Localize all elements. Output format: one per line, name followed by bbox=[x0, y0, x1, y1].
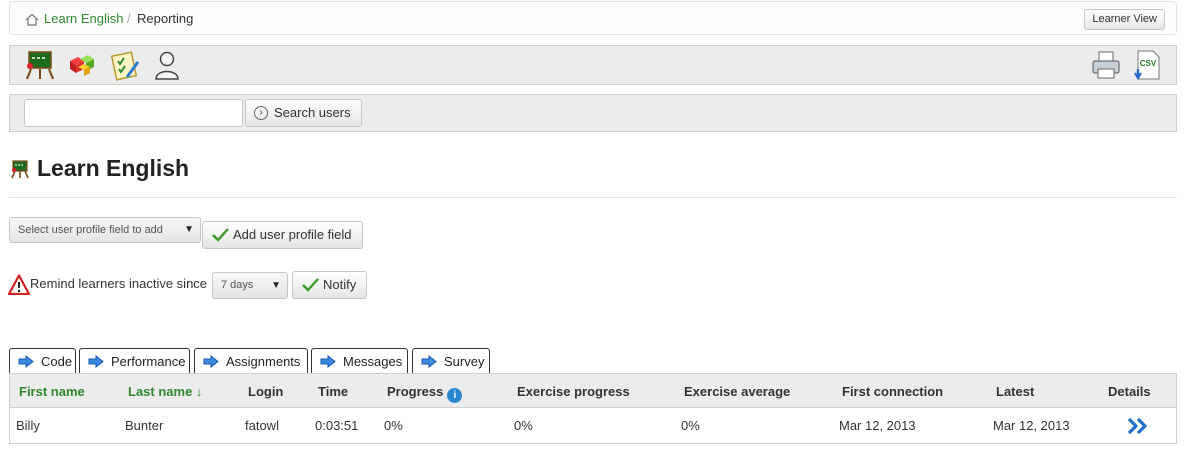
user-icon[interactable] bbox=[151, 49, 183, 81]
dropdown-caret-icon: ▼ bbox=[184, 224, 194, 235]
column-header-details: Details bbox=[1108, 384, 1151, 399]
column-header-login: Login bbox=[248, 384, 284, 399]
tab-messages[interactable]: Messages bbox=[311, 348, 408, 375]
tab-survey[interactable]: Survey bbox=[412, 348, 490, 375]
column-header-exercise-average: Exercise average bbox=[684, 384, 791, 399]
breadcrumb-separator: / bbox=[127, 11, 131, 26]
column-header-progress: Progress i bbox=[387, 384, 463, 403]
csv-label: CSV bbox=[1140, 59, 1157, 68]
profile-field-select-value: Select user profile field to add bbox=[18, 224, 163, 236]
info-icon[interactable]: i bbox=[447, 388, 463, 403]
cell-last-name: Bunter bbox=[125, 418, 164, 433]
breadcrumb-course-link[interactable]: Learn English bbox=[44, 11, 124, 26]
column-header-exercise-progress: Exercise progress bbox=[517, 384, 630, 399]
learner-view-button[interactable]: Learner View bbox=[1084, 9, 1165, 30]
cell-time: 0:03:51 bbox=[315, 418, 359, 433]
inactive-period-select[interactable]: 7 days ▼ bbox=[212, 272, 288, 299]
chevron-right-circle-icon: › bbox=[254, 106, 268, 120]
check-icon bbox=[302, 278, 319, 292]
column-header-last-name[interactable]: Last name ↓ bbox=[128, 384, 202, 399]
search-input[interactable] bbox=[24, 99, 243, 127]
arrow-right-icon bbox=[88, 355, 104, 368]
tab-label: Messages bbox=[343, 354, 403, 369]
tab-label: Code bbox=[41, 354, 73, 369]
inactive-period-value: 7 days bbox=[221, 279, 254, 291]
column-header-progress-label: Progress bbox=[387, 384, 444, 399]
dropdown-caret-icon: ▼ bbox=[271, 280, 281, 291]
cell-exercise-average: 0% bbox=[681, 418, 700, 433]
column-header-first-connection: First connection bbox=[842, 384, 944, 399]
notify-label: Notify bbox=[323, 277, 357, 292]
breadcrumb: Learn English / Reporting Learner View bbox=[9, 1, 1177, 35]
tab-code[interactable]: Code bbox=[9, 348, 76, 375]
search-bar: › Search users bbox=[9, 94, 1177, 132]
course-icon bbox=[11, 160, 29, 179]
divider bbox=[9, 197, 1177, 198]
tab-label: Performance bbox=[111, 354, 186, 369]
cell-exercise-progress: 0% bbox=[514, 418, 533, 433]
cell-first-name: Billy bbox=[16, 418, 40, 433]
check-icon bbox=[212, 228, 229, 242]
notify-button[interactable]: Notify bbox=[292, 271, 368, 299]
print-icon[interactable] bbox=[1090, 49, 1122, 81]
arrow-right-icon bbox=[421, 355, 437, 368]
tab-label: Assignments bbox=[226, 354, 301, 369]
table-header: First name Last name ↓ Login Time Progre… bbox=[9, 373, 1177, 408]
warning-icon bbox=[8, 274, 30, 295]
column-header-latest: Latest bbox=[996, 384, 1035, 399]
column-header-time: Time bbox=[318, 384, 349, 399]
table-row: Billy Bunter fatowl 0:03:51 0% 0% 0% Mar… bbox=[9, 408, 1177, 444]
search-users-label: Search users bbox=[274, 105, 351, 120]
add-user-profile-field-label: Add user profile field bbox=[233, 227, 352, 242]
checklist-icon[interactable] bbox=[109, 49, 141, 81]
cell-latest: Mar 12, 2013 bbox=[993, 418, 1070, 433]
double-chevron-right-icon[interactable] bbox=[1127, 417, 1149, 435]
cell-progress: 0% bbox=[384, 418, 403, 433]
arrow-right-icon bbox=[203, 355, 219, 368]
arrow-right-icon bbox=[320, 355, 336, 368]
csv-export-icon[interactable]: CSV bbox=[1131, 49, 1163, 81]
search-users-button[interactable]: › Search users bbox=[245, 99, 362, 127]
tab-assignments[interactable]: Assignments bbox=[194, 348, 308, 375]
cell-first-connection: Mar 12, 2013 bbox=[839, 418, 916, 433]
breadcrumb-current: Reporting bbox=[137, 11, 194, 26]
add-user-profile-field-button[interactable]: Add user profile field bbox=[202, 221, 363, 249]
tab-label: Survey bbox=[444, 354, 485, 369]
course-icon[interactable] bbox=[23, 49, 55, 81]
cell-login: fatowl bbox=[245, 418, 279, 433]
remind-label: Remind learners inactive since bbox=[30, 276, 208, 291]
toolbar: CSV bbox=[9, 45, 1177, 85]
arrow-right-icon bbox=[18, 355, 34, 368]
profile-field-select[interactable]: Select user profile field to add ▼ bbox=[9, 217, 201, 243]
column-header-first-name[interactable]: First name bbox=[19, 384, 85, 399]
tab-performance[interactable]: Performance bbox=[79, 348, 190, 375]
home-icon[interactable] bbox=[25, 13, 39, 26]
page-title: Learn English bbox=[37, 155, 190, 181]
reporting-icon[interactable] bbox=[66, 49, 98, 81]
